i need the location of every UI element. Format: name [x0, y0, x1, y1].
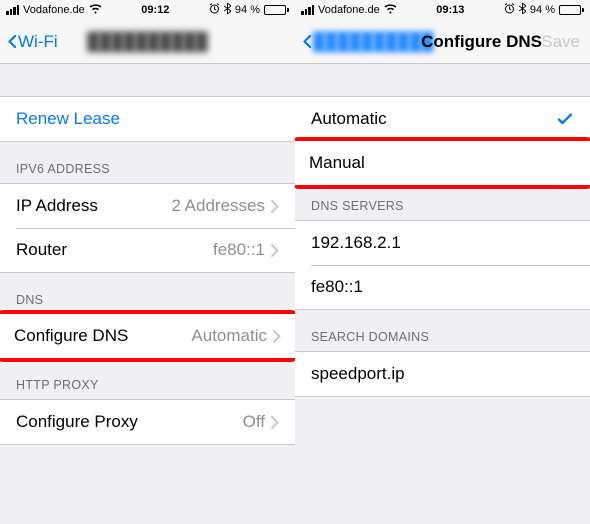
automatic-row[interactable]: Automatic	[295, 97, 590, 141]
battery-pct: 94 %	[530, 4, 555, 16]
time-label: 09:13	[436, 4, 464, 16]
configure-dns-value: Automatic	[191, 326, 267, 346]
manual-label: Manual	[309, 153, 365, 173]
back-button[interactable]: Wi-Fi	[8, 32, 58, 52]
ip-address-label: IP Address	[16, 196, 98, 216]
dns-header: DNS	[0, 273, 295, 314]
alarm-icon	[209, 3, 220, 17]
configure-proxy-label: Configure Proxy	[16, 412, 138, 432]
back-label: ██████████	[313, 32, 433, 52]
highlight-configure-dns: Configure DNS Automatic	[0, 310, 295, 362]
dns-server-value: 192.168.2.1	[311, 233, 401, 253]
http-proxy-header: HTTP PROXY	[0, 358, 295, 399]
ipv6-header: IPV6 ADDRESS	[0, 142, 295, 183]
router-row[interactable]: Router fe80::1	[0, 228, 295, 272]
wifi-icon	[384, 4, 397, 17]
content: Automatic Manual DNS SERVERS 192.168.2.1…	[295, 64, 590, 524]
content: Renew Lease IPV6 ADDRESS IP Address 2 Ad…	[0, 64, 295, 524]
chevron-right-icon	[271, 416, 279, 429]
time-label: 09:12	[141, 4, 169, 16]
page-title: ██████████	[87, 32, 207, 52]
signal-icon	[6, 5, 19, 15]
configure-proxy-value: Off	[243, 412, 265, 432]
nav-bar: Wi-Fi ██████████	[0, 20, 295, 64]
bluetooth-icon	[519, 3, 526, 17]
dns-server-row[interactable]: fe80::1	[295, 265, 590, 309]
battery-pct: 94 %	[235, 4, 260, 16]
configure-proxy-row[interactable]: Configure Proxy Off	[0, 400, 295, 444]
nav-bar: ██████████ Configure DNS Save	[295, 20, 590, 64]
configure-dns-screen: Vodafone.de 09:13 94 % ██████████ Config…	[295, 0, 590, 524]
search-domains-header: SEARCH DOMAINS	[295, 310, 590, 351]
manual-row[interactable]: Manual	[295, 141, 590, 185]
status-bar: Vodafone.de 09:12 94 %	[0, 0, 295, 20]
highlight-manual: Manual	[295, 137, 590, 189]
carrier-label: Vodafone.de	[318, 4, 380, 16]
renew-lease-label: Renew Lease	[16, 109, 120, 129]
carrier-label: Vodafone.de	[23, 4, 85, 16]
dns-server-row[interactable]: 192.168.2.1	[295, 221, 590, 265]
router-value: fe80::1	[213, 240, 265, 260]
battery-icon	[559, 5, 584, 15]
chevron-right-icon	[271, 244, 279, 257]
bluetooth-icon	[224, 3, 231, 17]
chevron-left-icon	[8, 35, 16, 48]
status-bar: Vodafone.de 09:13 94 %	[295, 0, 590, 20]
page-title: Configure DNS	[421, 32, 542, 52]
configure-dns-label: Configure DNS	[14, 326, 128, 346]
back-label: Wi-Fi	[18, 32, 58, 52]
chevron-right-icon	[271, 200, 279, 213]
checkmark-icon	[556, 110, 574, 128]
battery-icon	[264, 5, 289, 15]
renew-lease-row[interactable]: Renew Lease	[0, 97, 295, 141]
dns-server-value: fe80::1	[311, 277, 363, 297]
search-domain-row[interactable]: speedport.ip	[295, 352, 590, 396]
wifi-details-screen: Vodafone.de 09:12 94 % Wi-Fi ██████████	[0, 0, 295, 524]
ip-address-value: 2 Addresses	[171, 196, 265, 216]
ip-address-row[interactable]: IP Address 2 Addresses	[0, 184, 295, 228]
automatic-label: Automatic	[311, 109, 387, 129]
chevron-left-icon	[303, 35, 311, 48]
wifi-icon	[89, 4, 102, 17]
signal-icon	[301, 5, 314, 15]
dns-servers-header: DNS SERVERS	[295, 185, 590, 220]
chevron-right-icon	[273, 330, 281, 343]
back-button[interactable]: ██████████	[303, 32, 433, 52]
search-domain-value: speedport.ip	[311, 364, 405, 384]
configure-dns-row[interactable]: Configure DNS Automatic	[0, 314, 295, 358]
save-button[interactable]: Save	[541, 32, 580, 52]
alarm-icon	[504, 3, 515, 17]
router-label: Router	[16, 240, 67, 260]
